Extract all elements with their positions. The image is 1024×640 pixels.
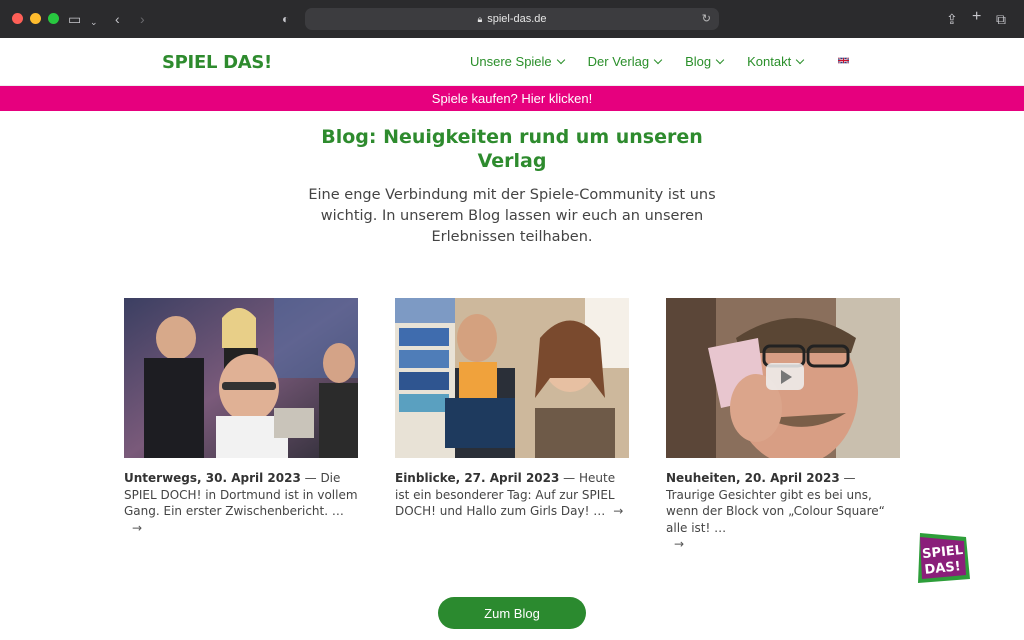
spiel-das-badge-icon[interactable]: SPIEL DAS!	[914, 529, 972, 587]
page-title: Blog: Neuigkeiten rund um unseren Verlag	[321, 126, 703, 172]
nav-kontakt[interactable]: Kontakt	[747, 54, 805, 69]
blog-heading[interactable]: Neuheiten, 20. April 2023	[666, 471, 840, 485]
back-icon[interactable]: ‹	[115, 10, 120, 28]
lock-icon: 🔒︎	[477, 13, 483, 24]
blog-card[interactable]: Neuheiten, 20. April 2023 — Traurige Ges…	[666, 298, 900, 553]
arrow-right-icon[interactable]: →	[613, 503, 623, 520]
blog-heading[interactable]: Einblicke, 27. April 2023	[395, 471, 559, 485]
chevron-down-icon	[715, 55, 725, 65]
uk-flag-icon[interactable]	[838, 57, 849, 64]
video-thumbnail[interactable]	[666, 298, 900, 458]
share-icon[interactable]: ⇪	[946, 10, 958, 28]
minimize-window-button[interactable]	[30, 13, 41, 24]
reload-icon[interactable]: ↻	[702, 12, 711, 25]
forward-icon[interactable]: ›	[140, 10, 145, 28]
zum-blog-button[interactable]: Zum Blog	[438, 597, 586, 629]
browser-toolbar: ▭ ⌄ ‹ › ◐ 🔒︎ spiel-das.de ↻ ⇪ + ⧉	[0, 0, 1024, 38]
maximize-window-button[interactable]	[48, 13, 59, 24]
blog-excerpt: Neuheiten, 20. April 2023 — Traurige Ges…	[666, 470, 900, 553]
blog-section: Blog: Neuigkeiten rund um unseren Verlag…	[0, 111, 1024, 640]
blog-heading[interactable]: Unterwegs, 30. April 2023	[124, 471, 301, 485]
arrow-right-icon[interactable]: →	[132, 520, 142, 537]
chevron-down-icon	[653, 55, 663, 65]
blog-card[interactable]: Unterwegs, 30. April 2023 — Die SPIEL DO…	[124, 298, 358, 536]
nav-der-verlag[interactable]: Der Verlag	[587, 54, 663, 69]
nav-label: Unsere Spiele	[470, 54, 552, 69]
tab-overview-icon[interactable]: ⧉	[996, 10, 1006, 28]
play-icon[interactable]	[766, 363, 804, 390]
intro-text: Eine enge Verbindung mit der Spiele-Comm…	[308, 187, 716, 245]
blog-card[interactable]: Einblicke, 27. April 2023 — Heute ist ei…	[395, 298, 629, 520]
chevron-down-icon	[556, 55, 565, 65]
chevron-down-icon	[795, 55, 805, 65]
shop-promo-bar[interactable]: Spiele kaufen? Hier klicken!	[0, 86, 1024, 111]
close-window-button[interactable]	[12, 13, 23, 24]
nav-label: Der Verlag	[587, 54, 650, 69]
arrow-right-icon[interactable]: →	[674, 536, 684, 553]
nav-label: Kontakt	[747, 54, 792, 69]
privacy-shield-icon[interactable]: ◐	[282, 10, 289, 28]
url-text: spiel-das.de	[487, 13, 547, 25]
blog-excerpt: Unterwegs, 30. April 2023 — Die SPIEL DO…	[124, 470, 358, 536]
blog-excerpt: Einblicke, 27. April 2023 — Heute ist ei…	[395, 470, 629, 520]
window-controls	[12, 13, 59, 24]
new-tab-icon[interactable]: +	[972, 8, 981, 26]
site-header: SPIEL DAS! Unsere Spiele Der Verlag Blog…	[0, 38, 1024, 86]
address-bar[interactable]: 🔒︎ spiel-das.de ↻	[305, 8, 719, 30]
nav-blog[interactable]: Blog	[685, 54, 725, 69]
blog-image[interactable]	[395, 298, 629, 458]
chevron-down-icon[interactable]: ⌄	[90, 13, 98, 31]
blog-image[interactable]	[124, 298, 358, 458]
sidebar-toggle-icon[interactable]: ▭	[68, 10, 81, 28]
main-nav: Unsere Spiele Der Verlag Blog Kontakt	[470, 54, 827, 69]
site-logo[interactable]: SPIEL DAS!	[162, 52, 272, 73]
nav-unsere-spiele[interactable]: Unsere Spiele	[470, 54, 565, 69]
nav-label: Blog	[685, 54, 712, 69]
